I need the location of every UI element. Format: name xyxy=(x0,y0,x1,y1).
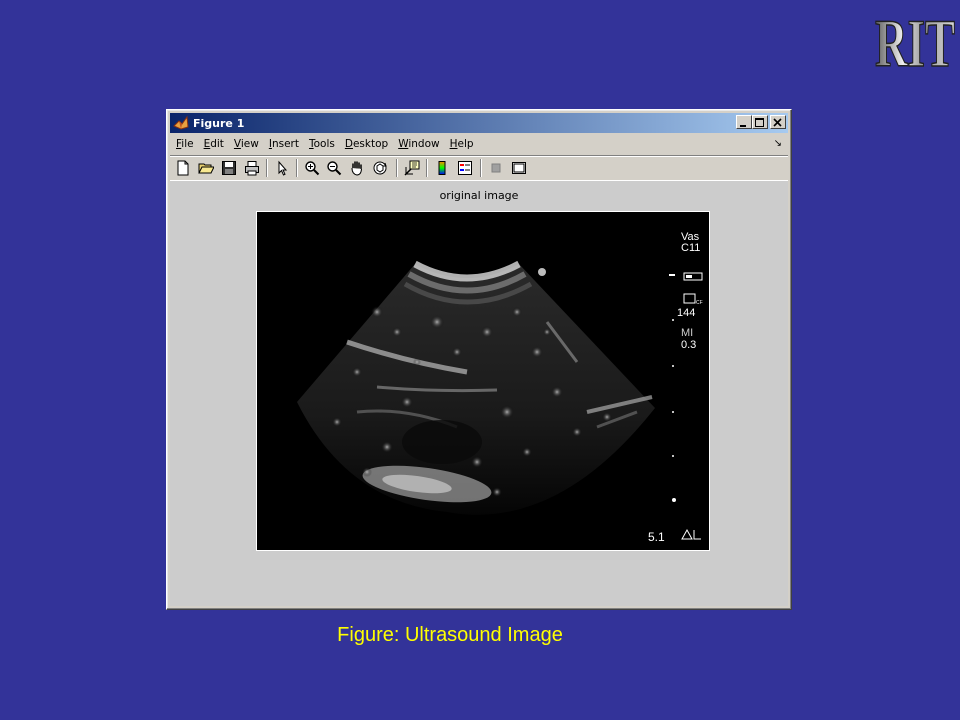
menu-bar: File Edit View Insert Tools Desktop Window Help… xyxy=(170,134,788,154)
maximize-button[interactable] xyxy=(752,115,768,129)
save-icon[interactable] xyxy=(221,160,237,176)
ultrasound-scan-graphic: CF xyxy=(297,260,703,540)
minimize-button[interactable] xyxy=(736,115,752,129)
menu-view[interactable]: View xyxy=(229,138,264,150)
rotate-3d-icon[interactable] xyxy=(372,160,388,176)
dock-figure-icon[interactable]: ↘ xyxy=(774,138,782,149)
menu-help[interactable]: Help xyxy=(445,138,479,150)
minimize-icon xyxy=(740,125,746,127)
legend-icon[interactable] xyxy=(457,160,473,176)
close-button[interactable] xyxy=(770,115,786,129)
transducer-label: C11 xyxy=(681,242,701,254)
ultrasound-image: CF Vas C11 144 MI 0.3 5.1 xyxy=(256,211,710,551)
svg-text:RIT: RIT xyxy=(875,5,955,74)
new-file-icon[interactable] xyxy=(175,160,191,176)
frame-rate-label: 144 xyxy=(677,307,696,319)
mi-value: 0.3 xyxy=(681,339,697,351)
menu-edit[interactable]: Edit xyxy=(199,138,229,150)
svg-text:CF: CF xyxy=(696,300,703,306)
rit-logo: RIT xyxy=(874,4,956,74)
figure-canvas: original image CF Vas C11 144 MI 0.3 5.1 xyxy=(170,181,788,606)
zoom-in-icon[interactable] xyxy=(304,160,320,176)
menu-tools[interactable]: Tools xyxy=(304,138,340,150)
maximize-icon xyxy=(755,118,764,127)
menu-desktop[interactable]: Desktop xyxy=(340,138,393,150)
menu-insert[interactable]: Insert xyxy=(264,138,304,150)
menu-file[interactable]: File xyxy=(170,138,199,150)
print-icon[interactable] xyxy=(244,160,260,176)
window-title: Figure 1 xyxy=(193,116,245,130)
show-plot-tools-icon[interactable] xyxy=(511,160,527,176)
title-bar[interactable]: Figure 1 xyxy=(170,113,788,133)
plot-title: original image xyxy=(439,189,519,202)
close-icon xyxy=(773,118,782,127)
figure-caption: Figure: Ultrasound Image xyxy=(337,624,563,646)
figure-toolbar xyxy=(170,155,788,181)
figure-window: Figure 1 File Edit View Insert Tools Desktop W… xyxy=(166,109,792,610)
menu-window[interactable]: Window xyxy=(393,138,444,150)
depth-label: 5.1 xyxy=(648,530,665,544)
hide-plot-tools-icon[interactable] xyxy=(488,160,504,176)
matlab-icon xyxy=(173,115,189,130)
pointer-icon[interactable] xyxy=(274,160,290,176)
open-folder-icon[interactable] xyxy=(198,160,214,176)
colorbar-icon[interactable] xyxy=(434,160,450,176)
data-cursor-icon[interactable] xyxy=(404,160,420,176)
zoom-out-icon[interactable] xyxy=(326,160,342,176)
mi-label: MI xyxy=(681,327,694,339)
pan-hand-icon[interactable] xyxy=(349,160,365,176)
